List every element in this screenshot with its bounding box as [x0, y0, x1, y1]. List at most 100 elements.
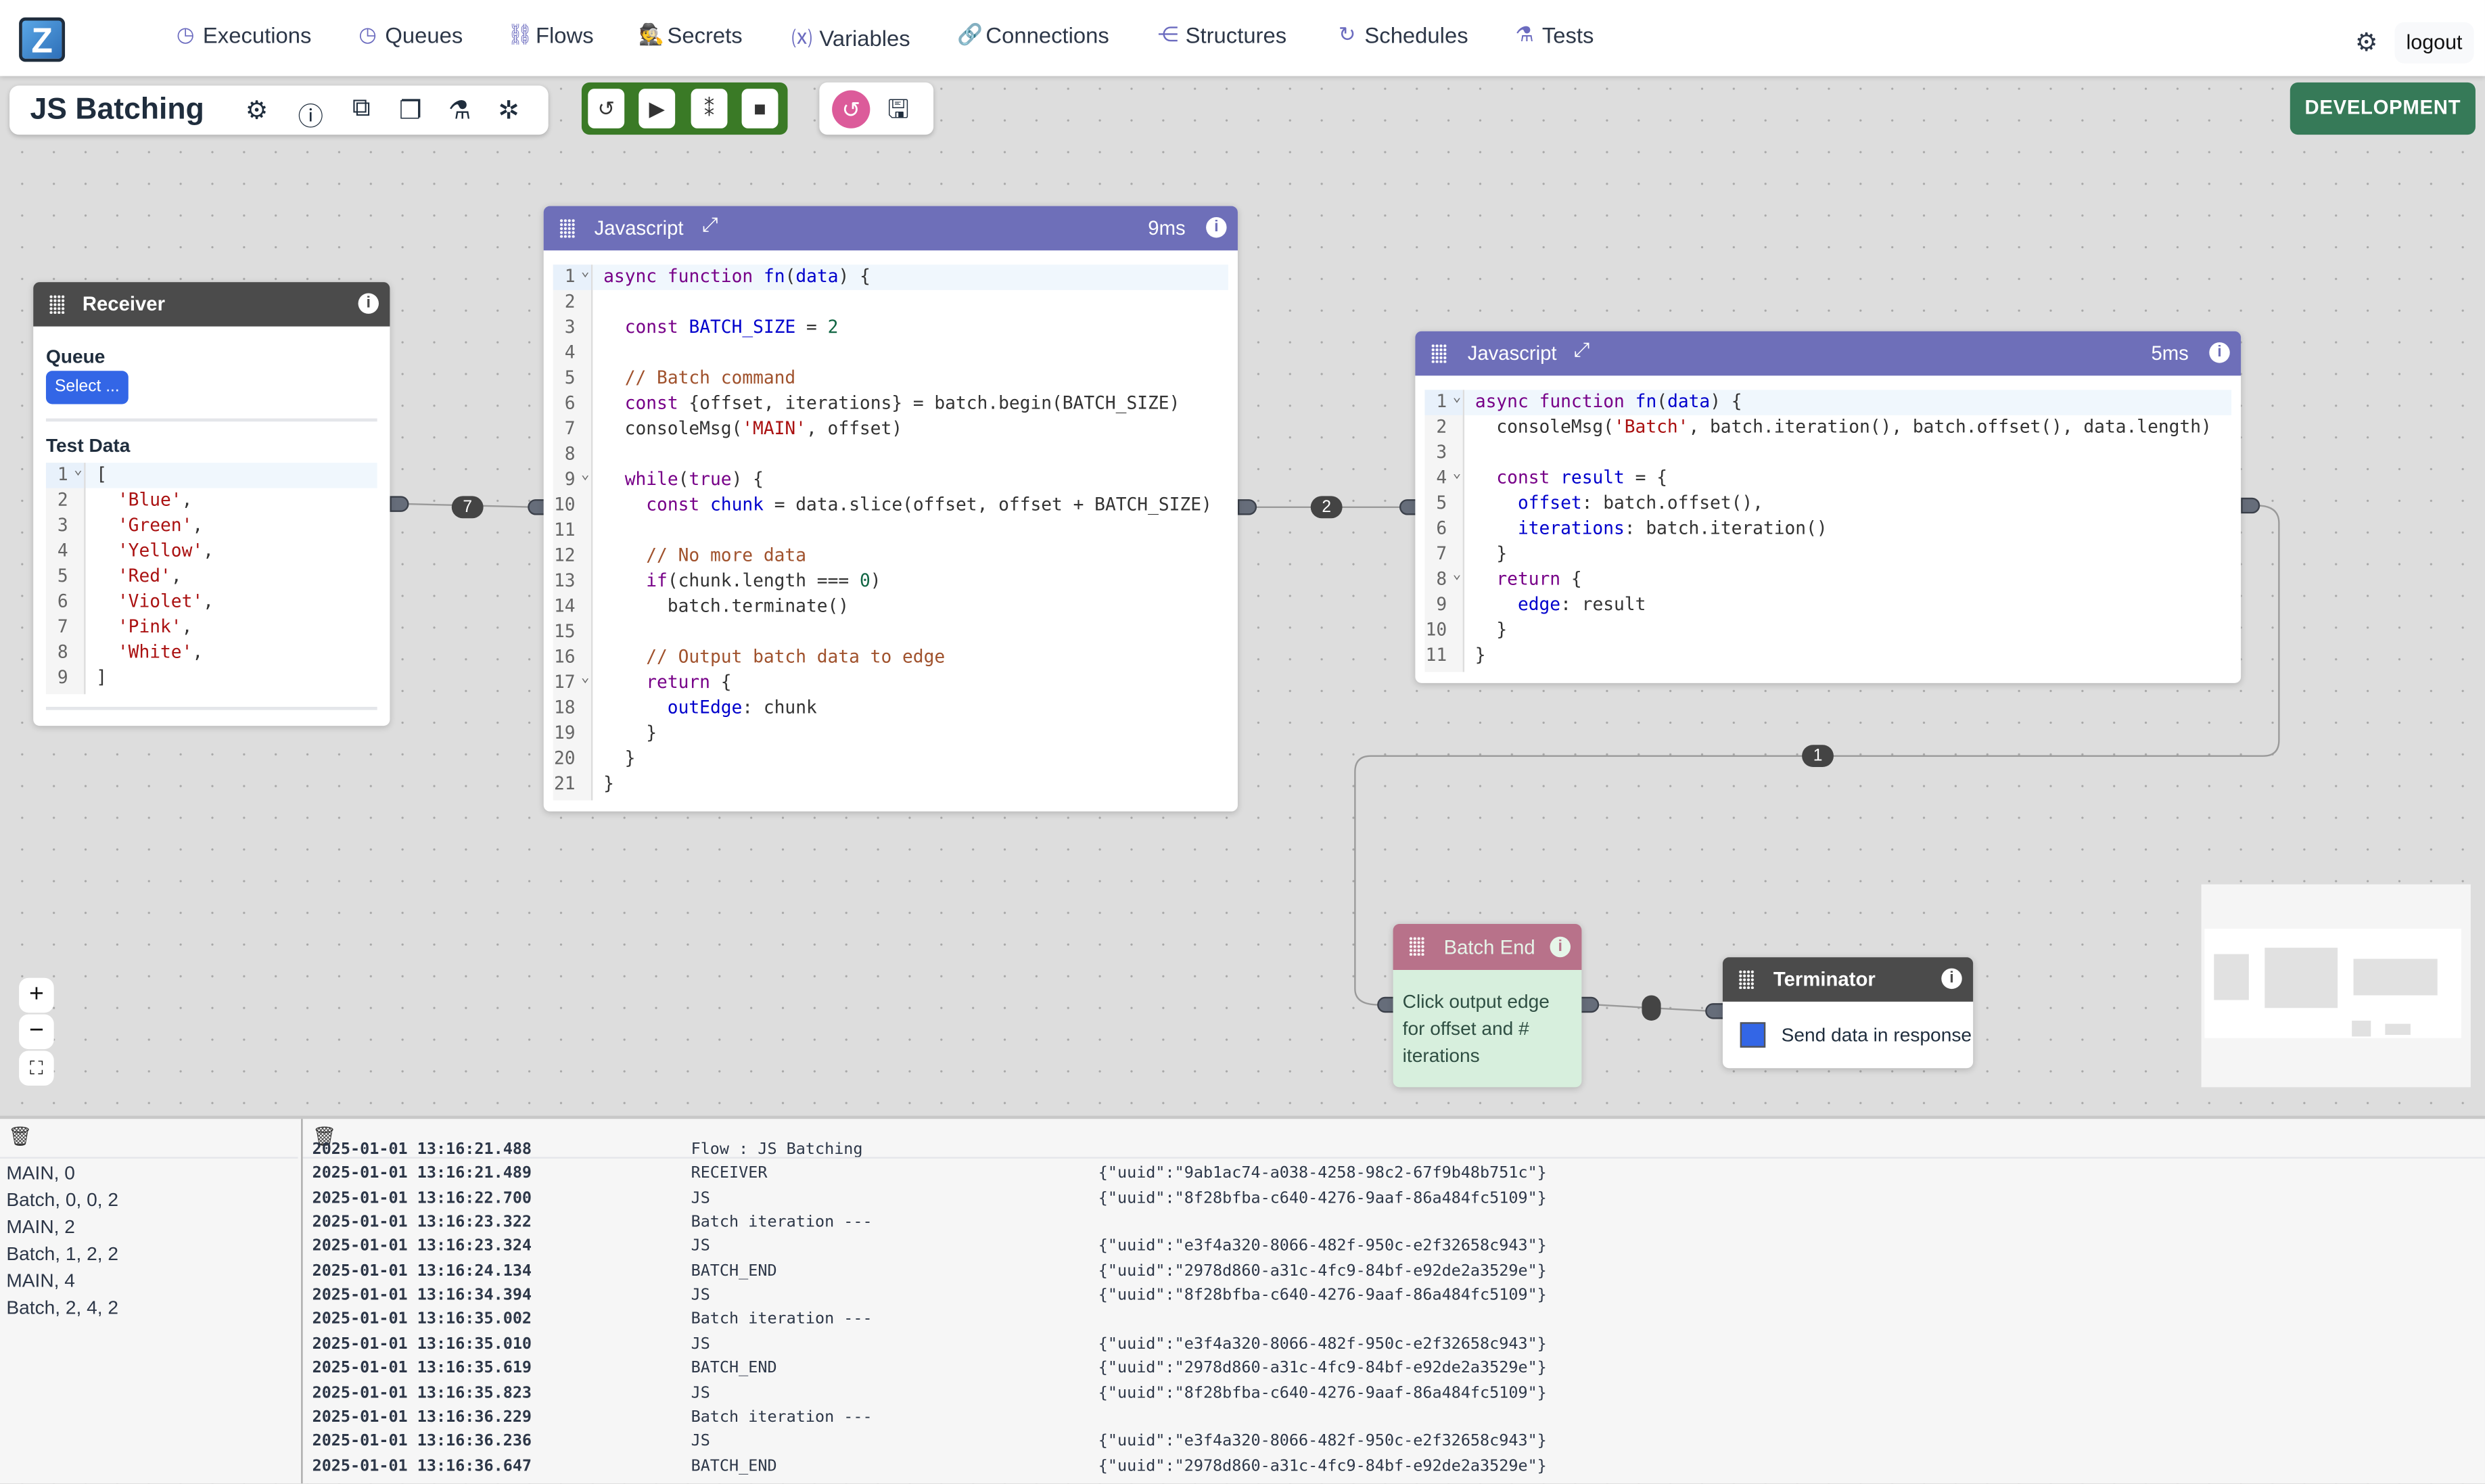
log-row[interactable]: 2025-01-01 13:16:36.229 Batch iteration -… [312, 1409, 2468, 1433]
info-icon[interactable]: i [358, 293, 379, 314]
code-line[interactable]: 'Yellow', [86, 539, 377, 564]
code-line[interactable]: // Batch command [593, 366, 1228, 391]
edge-count-badge[interactable]: 2 [1310, 496, 1343, 519]
expand-icon[interactable]: ⤢ [1574, 339, 1589, 363]
log-row[interactable]: 2025-01-01 13:16:21.488 Flow : JS Batchin… [312, 1141, 2468, 1165]
nav-item-tests[interactable]: ⚗ Tests [1514, 22, 1594, 47]
drag-grip-icon[interactable] [559, 218, 576, 238]
javascript-node-2[interactable]: Javascript ⤢ 5ms i 1234567891011 async f… [1415, 331, 2242, 683]
code-line[interactable]: [ [85, 463, 377, 488]
log-row[interactable]: 2025-01-01 13:16:36.647 BATCH_END {"uuid":… [312, 1458, 2468, 1482]
code-line[interactable]: 'Pink', [86, 615, 377, 640]
log-row[interactable]: 2025-01-01 13:16:24.134 BATCH_END {"uuid":… [312, 1263, 2468, 1287]
send-data-checkbox[interactable] [1740, 1022, 1766, 1048]
zoom-in-button[interactable]: + [19, 977, 54, 1013]
code-line[interactable]: 'Violet', [86, 590, 377, 615]
code-line[interactable]: batch.terminate() [593, 595, 1228, 620]
code-line[interactable]: async function fn(data) { [593, 264, 1228, 290]
batch-end-output-handle[interactable] [1580, 996, 1600, 1013]
code-line[interactable] [593, 620, 1228, 645]
code-line[interactable]: iterations: batch.iteration() [1464, 517, 2231, 542]
code-line[interactable]: // No more data [593, 544, 1228, 569]
batch-end-node[interactable]: Batch End i Click output edge for offset… [1393, 924, 1582, 1088]
app-logo[interactable]: Z [19, 17, 66, 62]
terminator-node[interactable]: Terminator i Send data in response [1722, 957, 1974, 1069]
code-line[interactable] [1464, 440, 2231, 465]
code-editor[interactable]: 1234567891011 async function fn(data) { … [1424, 385, 2232, 672]
code-line[interactable]: offset: batch.offset(), [1464, 491, 2231, 516]
code-line[interactable]: } [593, 721, 1228, 746]
nav-item-secrets[interactable]: 🕵 Secrets [638, 22, 742, 47]
log-row[interactable]: 2025-01-01 13:16:35.002 Batch iteration -… [312, 1312, 2468, 1336]
code-line[interactable]: 'Green', [86, 513, 377, 538]
log-row[interactable]: 2025-01-01 13:16:22.700 JS {"uuid":"8f28bf… [312, 1190, 2468, 1214]
code-editor[interactable]: 123456789101112131415161718192021 async … [553, 260, 1228, 801]
code-line[interactable]: 'Blue', [86, 488, 377, 513]
nav-item-connections[interactable]: 🔗 Connections [957, 22, 1109, 47]
code-line[interactable]: consoleMsg('Batch', batch.iteration(), b… [1464, 415, 2231, 440]
javascript-node-1[interactable]: Javascript ⤢ 9ms i 123456789101112131415… [543, 206, 1238, 812]
drag-grip-icon[interactable] [49, 294, 66, 314]
code-line[interactable]: 'Red', [86, 564, 377, 589]
code-line[interactable]: async function fn(data) { [1464, 390, 2232, 415]
code-line[interactable]: } [1464, 542, 2231, 567]
terminator-input-handle[interactable] [1705, 1003, 1725, 1019]
fit-view-button[interactable]: ⛶ [19, 1050, 54, 1086]
log-row[interactable]: 2025-01-01 13:16:35.619 BATCH_END {"uuid":… [312, 1360, 2468, 1385]
code-line[interactable]: const {offset, iterations} = batch.begin… [593, 392, 1228, 417]
node-header[interactable]: Batch End i [1393, 924, 1582, 970]
code-line[interactable]: // Output batch data to edge [593, 645, 1228, 670]
code-line[interactable]: outEdge: chunk [593, 696, 1228, 721]
code-line[interactable]: } [593, 747, 1228, 772]
log-row[interactable]: 2025-01-01 13:16:35.823 JS {"uuid":"8f28bf… [312, 1385, 2468, 1409]
code-line[interactable]: return { [593, 670, 1228, 695]
log-row[interactable]: 2025-01-01 13:16:21.489 RECEIVER {"uuid":"… [312, 1165, 2468, 1190]
code-line[interactable] [593, 341, 1228, 366]
code-line[interactable]: } [1464, 618, 2231, 643]
log-row[interactable]: 2025-01-01 13:16:23.322 Batch iteration -… [312, 1214, 2468, 1238]
drag-grip-icon[interactable] [1431, 344, 1447, 363]
node-header[interactable]: Javascript ⤢ 9ms i [543, 206, 1238, 251]
expand-icon[interactable]: ⤢ [702, 214, 718, 237]
code-line[interactable]: const result = { [1464, 466, 2231, 491]
code-line[interactable]: const chunk = data.slice(offset, offset … [593, 493, 1228, 518]
logout-button[interactable]: logout [2394, 22, 2474, 64]
receiver-output-handle[interactable] [390, 496, 409, 512]
log-row[interactable]: 2025-01-01 13:16:34.394 JS {"uuid":"8f28bf… [312, 1287, 2468, 1312]
info-icon[interactable]: i [1206, 217, 1227, 238]
nav-item-executions[interactable]: ◷ Executions [175, 22, 312, 47]
settings-gear-icon[interactable]: ⚙ [2355, 27, 2378, 59]
info-icon[interactable]: i [1941, 968, 1962, 990]
code-line[interactable]: } [593, 772, 1228, 797]
minimap[interactable] [2201, 884, 2471, 1088]
log-row[interactable]: 2025-01-01 13:16:23.324 JS {"uuid":"e3f4a3… [312, 1238, 2468, 1263]
node-header[interactable]: Terminator i [1722, 957, 1974, 1002]
code-line[interactable]: if(chunk.length === 0) [593, 569, 1228, 594]
edge-midpoint-handle[interactable] [1642, 995, 1661, 1021]
queue-select[interactable]: Select ... [45, 371, 129, 404]
code-line[interactable]: edge: result [1464, 593, 2231, 618]
nav-item-structures[interactable]: ⋲ Structures [1157, 22, 1287, 47]
edge-count-badge[interactable]: 7 [451, 496, 484, 519]
info-icon[interactable]: i [2209, 342, 2230, 363]
zoom-out-button[interactable]: − [19, 1014, 54, 1050]
nav-item-variables[interactable]: ⒳ Variables [791, 22, 910, 53]
drag-grip-icon[interactable] [1738, 969, 1755, 990]
log-row[interactable]: 2025-01-01 13:16:36.236 JS {"uuid":"e3f4a3… [312, 1433, 2468, 1458]
info-icon[interactable]: i [1550, 936, 1571, 958]
nav-item-queues[interactable]: ◷ Queues [356, 22, 463, 47]
code-line[interactable] [593, 442, 1228, 467]
edge-count-badge[interactable]: 1 [1802, 745, 1834, 768]
code-line[interactable] [593, 290, 1228, 315]
code-line[interactable]: ] [86, 666, 377, 691]
code-line[interactable]: consoleMsg('MAIN', offset) [593, 417, 1228, 442]
nav-item-flows[interactable]: ⛓ Flows [507, 22, 594, 47]
js1-output-handle[interactable] [1237, 499, 1257, 515]
code-line[interactable] [593, 518, 1228, 543]
code-line[interactable]: const BATCH_SIZE = 2 [593, 315, 1228, 340]
drag-grip-icon[interactable] [1409, 936, 1425, 956]
log-row[interactable]: 2025-01-01 13:16:35.010 JS {"uuid":"e3f4a3… [312, 1336, 2468, 1360]
node-header[interactable]: Javascript ⤢ 5ms i [1415, 331, 2242, 376]
js2-output-handle[interactable] [2241, 497, 2260, 514]
code-line[interactable]: return { [1464, 567, 2231, 593]
